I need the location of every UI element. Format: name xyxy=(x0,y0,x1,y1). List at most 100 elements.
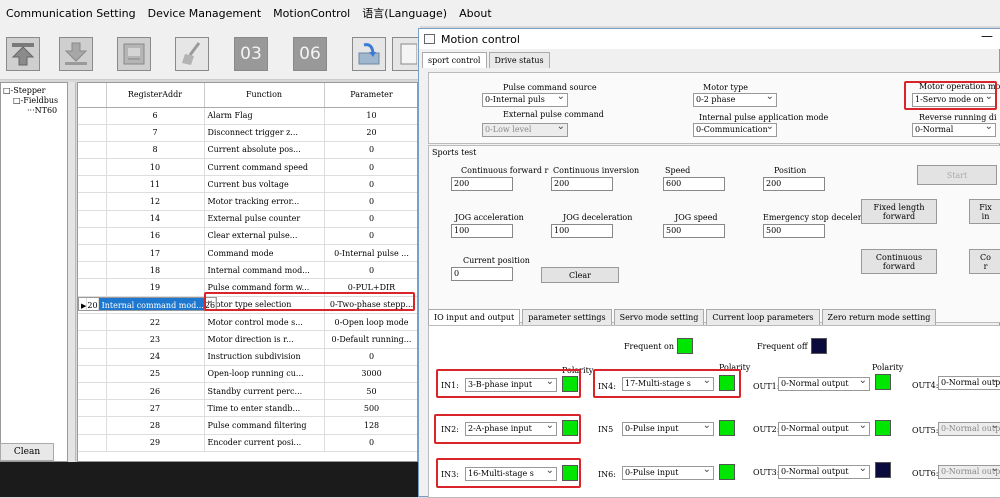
table-row[interactable]: 22 Motor control mode s... 0-Open loop mod… xyxy=(78,313,417,332)
cell-register-addr[interactable]: 27 xyxy=(106,399,205,418)
cell-register-addr[interactable]: 17 xyxy=(106,244,205,263)
cell-parameter[interactable]: 0 xyxy=(324,348,417,366)
cell-register-addr[interactable]: 12 xyxy=(106,192,205,211)
cell-function[interactable]: Encoder current posi... xyxy=(204,434,325,452)
continuous-reverse-button[interactable]: Co r xyxy=(969,249,1000,274)
cell-parameter[interactable]: 20 xyxy=(324,124,417,142)
tree-node-stepper[interactable]: □-Stepper xyxy=(3,86,65,96)
emergency-stop-input[interactable]: 500 xyxy=(763,224,825,238)
cell-register-addr[interactable]: 6 xyxy=(106,107,205,125)
cell-register-addr[interactable]: 11 xyxy=(106,175,205,194)
cell-function[interactable]: Current command speed xyxy=(204,158,325,177)
cell-function[interactable]: Standby current perc... xyxy=(204,382,325,401)
table-row[interactable]: 16 Clear external pulse... 0 xyxy=(78,227,417,246)
cell-function[interactable]: Current absolute pos... xyxy=(204,141,325,160)
number-06-icon[interactable]: 06 xyxy=(293,37,327,71)
fixed-length-forward-button[interactable]: Fixed length forward xyxy=(861,199,937,224)
pulse-source-select[interactable]: 0-Internal puls xyxy=(482,93,568,107)
jog-acceleration-input[interactable]: 100 xyxy=(451,224,513,238)
cell-parameter[interactable]: 0 xyxy=(324,141,417,160)
cell-register-addr[interactable]: 16 xyxy=(106,227,205,246)
cell-function[interactable]: Motor control mode s... xyxy=(204,313,325,332)
out2-select[interactable]: 0-Normal output xyxy=(778,422,870,436)
menu-motion-control[interactable]: MotionControl xyxy=(273,7,350,20)
internal-pulse-app-select[interactable]: 0-Communication xyxy=(693,123,777,137)
table-row[interactable]: 27 Time to enter standb... 500 xyxy=(78,399,417,418)
table-row[interactable]: 14 External pulse counter 0 xyxy=(78,210,417,228)
cell-parameter[interactable]: 0 xyxy=(324,434,417,452)
table-row[interactable]: 8 Current absolute pos... 0 xyxy=(78,141,417,160)
table-row[interactable]: 12 Motor tracking error... 0 xyxy=(78,192,417,211)
table-row[interactable]: 10 Current command speed 0 xyxy=(78,158,417,177)
continuous-forward-button[interactable]: Continuous forward xyxy=(861,249,937,274)
in6-select[interactable]: 0-Pulse input xyxy=(622,466,714,480)
tab-parameter-settings[interactable]: parameter settings xyxy=(522,309,612,325)
cell-parameter[interactable]: 50 xyxy=(324,382,417,401)
out3-polarity-indicator[interactable] xyxy=(875,462,891,478)
row-marker[interactable] xyxy=(78,261,107,280)
in5-select[interactable]: 0-Pulse input xyxy=(622,422,714,436)
out1-select[interactable]: 0-Normal output xyxy=(778,377,870,391)
table-row[interactable]: 17 Command mode 0-Internal pulse ... xyxy=(78,244,417,263)
clean-button[interactable]: Clean xyxy=(0,443,54,461)
continuous-forward-input[interactable]: 200 xyxy=(451,177,513,191)
row-marker[interactable] xyxy=(78,313,107,332)
table-row[interactable]: ▶ 20 Internal command mod... 26 xyxy=(78,296,218,311)
cell-parameter[interactable]: 0 xyxy=(324,210,417,228)
row-marker[interactable] xyxy=(78,210,107,228)
row-marker[interactable] xyxy=(78,434,107,452)
cell-register-addr[interactable]: 26 xyxy=(106,382,205,401)
cell-register-addr[interactable]: 29 xyxy=(106,434,205,452)
save-icon[interactable] xyxy=(352,37,386,71)
table-row[interactable]: 6 Alarm Flag 10 xyxy=(78,107,417,125)
row-marker[interactable] xyxy=(78,244,107,263)
cell-register-addr[interactable]: 8 xyxy=(106,141,205,160)
out2-polarity-indicator[interactable] xyxy=(875,420,891,436)
tab-io-input-output[interactable]: IO input and output xyxy=(428,309,521,325)
cell-register-addr[interactable]: 23 xyxy=(106,330,205,349)
cell-parameter[interactable]: 0 xyxy=(324,175,417,194)
row-marker[interactable] xyxy=(78,278,107,297)
start-button[interactable]: Start xyxy=(917,165,997,185)
broom-icon[interactable] xyxy=(175,37,209,71)
row-marker[interactable] xyxy=(78,399,107,418)
cell-parameter[interactable]: 0 xyxy=(324,192,417,211)
jog-speed-input[interactable]: 500 xyxy=(663,224,725,238)
cell-function[interactable]: Open-loop running cu... xyxy=(204,365,325,384)
table-row[interactable]: 28 Pulse command filtering 128 xyxy=(78,416,417,435)
download-icon[interactable] xyxy=(59,37,93,71)
row-marker[interactable] xyxy=(78,348,107,366)
cell-function[interactable]: Disconnect trigger z... xyxy=(204,124,325,142)
tab-current-loop-parameters[interactable]: Current loop parameters xyxy=(706,309,820,325)
table-row[interactable]: 11 Current bus voltage 0 xyxy=(78,175,417,194)
cell-register-addr[interactable]: 22 xyxy=(106,313,205,332)
row-marker[interactable] xyxy=(78,124,107,142)
motion-window-titlebar[interactable]: Motion control — xyxy=(419,29,1000,49)
tree-node-nt60[interactable]: ···NT60 xyxy=(3,106,65,116)
row-marker[interactable] xyxy=(78,175,107,194)
cell-function[interactable]: Clear external pulse... xyxy=(204,227,325,246)
row-marker[interactable] xyxy=(78,416,107,435)
out1-polarity-indicator[interactable] xyxy=(875,374,891,390)
cell-parameter[interactable]: 500 xyxy=(324,399,417,418)
cell-parameter[interactable]: 0 xyxy=(324,227,417,246)
col-header-register-addr[interactable]: RegisterAddr xyxy=(106,83,205,108)
table-row[interactable]: 24 Instruction subdivision 0 xyxy=(78,348,417,366)
cell-function[interactable]: Instruction subdivision xyxy=(204,348,325,366)
cell-parameter[interactable]: 0 xyxy=(324,158,417,177)
cell-function[interactable]: Alarm Flag xyxy=(204,107,325,125)
tab-drive-status[interactable]: Drive status xyxy=(488,52,550,68)
out3-select[interactable]: 0-Normal output xyxy=(778,465,870,479)
upload-icon[interactable] xyxy=(6,37,40,71)
cell-register-addr[interactable]: 25 xyxy=(106,365,205,384)
motor-type-select[interactable]: 0-2 phase xyxy=(693,93,777,107)
in5-polarity-indicator[interactable] xyxy=(719,420,735,436)
cell-function[interactable]: Pulse command filtering xyxy=(204,416,325,435)
table-row[interactable]: 25 Open-loop running cu... 3000 xyxy=(78,365,417,384)
col-header-function[interactable]: Function xyxy=(204,83,325,108)
position-input[interactable]: 200 xyxy=(763,177,825,191)
cell-register-addr[interactable]: 10 xyxy=(106,158,205,177)
fixed-length-reverse-button[interactable]: Fix in xyxy=(969,199,1000,224)
menu-about[interactable]: About xyxy=(459,7,492,20)
cell-register-addr[interactable]: 18 xyxy=(106,261,205,280)
